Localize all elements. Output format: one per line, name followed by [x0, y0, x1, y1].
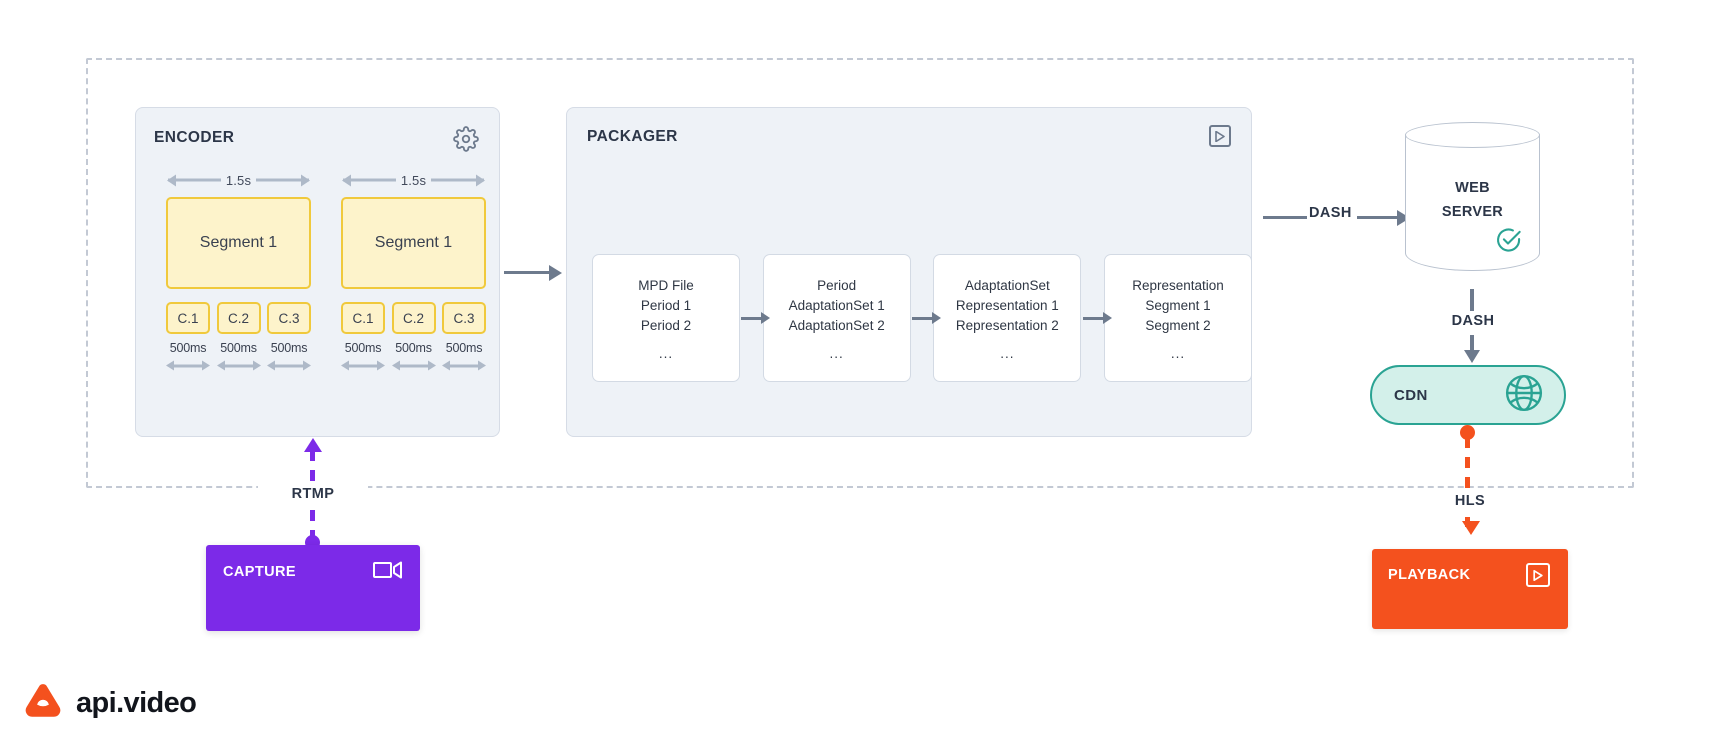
chunk-box: C.2	[216, 302, 261, 334]
rtmp-protocol-label: RTMP	[258, 485, 368, 503]
segment-box: Segment 1	[166, 197, 311, 289]
dimension-arrow-icon	[267, 359, 311, 372]
web-server-node: WEB SERVER	[1405, 122, 1540, 284]
cdn-to-playback-connector	[1451, 425, 1491, 545]
dimension-arrow-icon	[442, 359, 486, 372]
card-line: AdaptationSet	[964, 277, 1050, 293]
card-line: Period 2	[640, 317, 692, 333]
segment-duration-label: 1.5s	[220, 172, 257, 188]
card-line: Representation 2	[955, 317, 1059, 333]
play-icon[interactable]	[1209, 125, 1231, 147]
capture-label: CAPTURE	[223, 564, 296, 580]
card-line: Period 1	[640, 297, 692, 313]
diagram-canvas: ENCODER 1.5s Segment 1 C.1 C.2 C.3 500ms…	[0, 0, 1712, 740]
chunk-box: C.3	[442, 302, 486, 334]
chunk-box: C.1	[166, 302, 210, 334]
gear-icon[interactable]	[453, 126, 479, 152]
chunk-row: C.1 C.2 C.3	[341, 302, 486, 334]
pipeline-arrow	[740, 316, 763, 320]
card-ellipsis: ...	[1000, 345, 1015, 361]
capture-node: CAPTURE	[206, 545, 420, 631]
connector-line	[1263, 216, 1307, 219]
segment-group: 1.5s Segment 1 C.1 C.2 C.3 500ms 500ms 5…	[166, 170, 311, 372]
segment-duration-label: 1.5s	[395, 172, 432, 188]
chunk-duration-label: 500ms	[270, 341, 308, 355]
playback-node: PLAYBACK	[1372, 549, 1568, 629]
dash-protocol-label: DASH	[1309, 205, 1352, 221]
play-icon	[1526, 563, 1550, 587]
card-line: MPD File	[638, 277, 694, 293]
packager-title: PACKAGER	[587, 128, 678, 145]
chunk-row: C.1 C.2 C.3	[166, 302, 311, 334]
arrow-right-icon	[741, 316, 762, 320]
cylinder-top	[1405, 122, 1540, 148]
arrow-down-icon	[1470, 335, 1474, 351]
globe-icon	[1502, 371, 1546, 420]
chunk-dimension-arrow-row	[341, 359, 486, 372]
packager-pipeline: MPD File Period 1 Period 2 ... Period Ad…	[592, 254, 1253, 382]
arrow-right-icon	[912, 316, 932, 320]
card-ellipsis: ...	[829, 345, 844, 361]
cdn-label: CDN	[1394, 386, 1428, 404]
chunk-box: C.3	[267, 302, 311, 334]
chunk-duration-label: 500ms	[169, 341, 207, 355]
web-server-label: WEB SERVER	[1405, 176, 1540, 224]
connector-line	[1470, 289, 1474, 311]
packager-card: AdaptationSet Representation 1 Represent…	[933, 254, 1082, 382]
card-line: Segment 2	[1145, 317, 1211, 333]
chunk-duration-label: 500ms	[395, 341, 432, 355]
check-circle-icon	[1494, 226, 1522, 254]
card-line: AdaptationSet 2	[788, 317, 885, 333]
dimension-arrow-icon	[166, 359, 210, 372]
dashed-connector-line	[1465, 437, 1470, 527]
cdn-node: CDN	[1370, 365, 1566, 425]
web-server-line2: SERVER	[1441, 204, 1504, 220]
video-camera-icon	[373, 559, 403, 586]
dimension-arrow-icon	[217, 359, 261, 372]
dash-protocol-label: DASH	[1451, 313, 1495, 329]
chunk-duration-row: 500ms 500ms 500ms	[341, 341, 486, 355]
packager-card: Representation Segment 1 Segment 2 ...	[1104, 254, 1253, 382]
dimension-arrow-icon	[341, 359, 385, 372]
chunk-duration-label: 500ms	[445, 341, 483, 355]
arrow-right-icon	[1082, 316, 1103, 320]
pipeline-arrow	[1081, 316, 1104, 320]
chunk-duration-label: 500ms	[344, 341, 382, 355]
packager-card: MPD File Period 1 Period 2 ...	[592, 254, 740, 382]
encoder-title: ENCODER	[154, 129, 235, 146]
card-line: Segment 1	[1145, 297, 1211, 313]
segment-box: Segment 1	[341, 197, 486, 289]
webserver-to-cdn-connector: DASH	[1452, 289, 1494, 365]
chunk-box: C.1	[341, 302, 385, 334]
brand-logo: api.video	[24, 683, 197, 724]
web-server-line1: WEB	[1455, 180, 1490, 196]
card-line: Period	[817, 277, 857, 293]
segment-duration-dimension: 1.5s	[341, 170, 486, 190]
chunk-duration-row: 500ms 500ms 500ms	[166, 341, 311, 355]
chunk-dimension-arrow-row	[166, 359, 311, 372]
card-ellipsis: ...	[1170, 345, 1186, 361]
packager-to-webserver-connector: DASH	[1263, 205, 1409, 231]
dimension-arrow-icon	[392, 359, 436, 372]
segment-duration-dimension: 1.5s	[166, 170, 311, 190]
chunk-duration-label: 500ms	[220, 341, 257, 355]
api-video-triangle-logo-icon	[24, 683, 62, 724]
packager-card: Period AdaptationSet 1 AdaptationSet 2 .…	[762, 254, 911, 382]
encoder-panel: ENCODER 1.5s Segment 1 C.1 C.2 C.3 500ms…	[135, 107, 500, 437]
card-line: Representation 1	[955, 297, 1059, 313]
arrow-right-icon	[1357, 216, 1397, 219]
packager-panel: PACKAGER MPD File Period 1 Period 2 ... …	[566, 107, 1253, 437]
segment-group: 1.5s Segment 1 C.1 C.2 C.3 500ms 500ms 5…	[341, 170, 486, 372]
playback-label: PLAYBACK	[1388, 567, 1471, 583]
card-line: AdaptationSet 1	[788, 297, 885, 313]
card-ellipsis: ...	[658, 345, 674, 361]
encoder-to-packager-arrow-icon	[504, 271, 550, 274]
card-line: Representation	[1132, 277, 1224, 293]
pipeline-arrow	[911, 316, 934, 320]
hls-protocol-label: HLS	[1415, 492, 1525, 510]
arrow-down-icon	[1462, 521, 1480, 535]
chunk-box: C.2	[391, 302, 436, 334]
brand-name: api.video	[76, 687, 197, 719]
